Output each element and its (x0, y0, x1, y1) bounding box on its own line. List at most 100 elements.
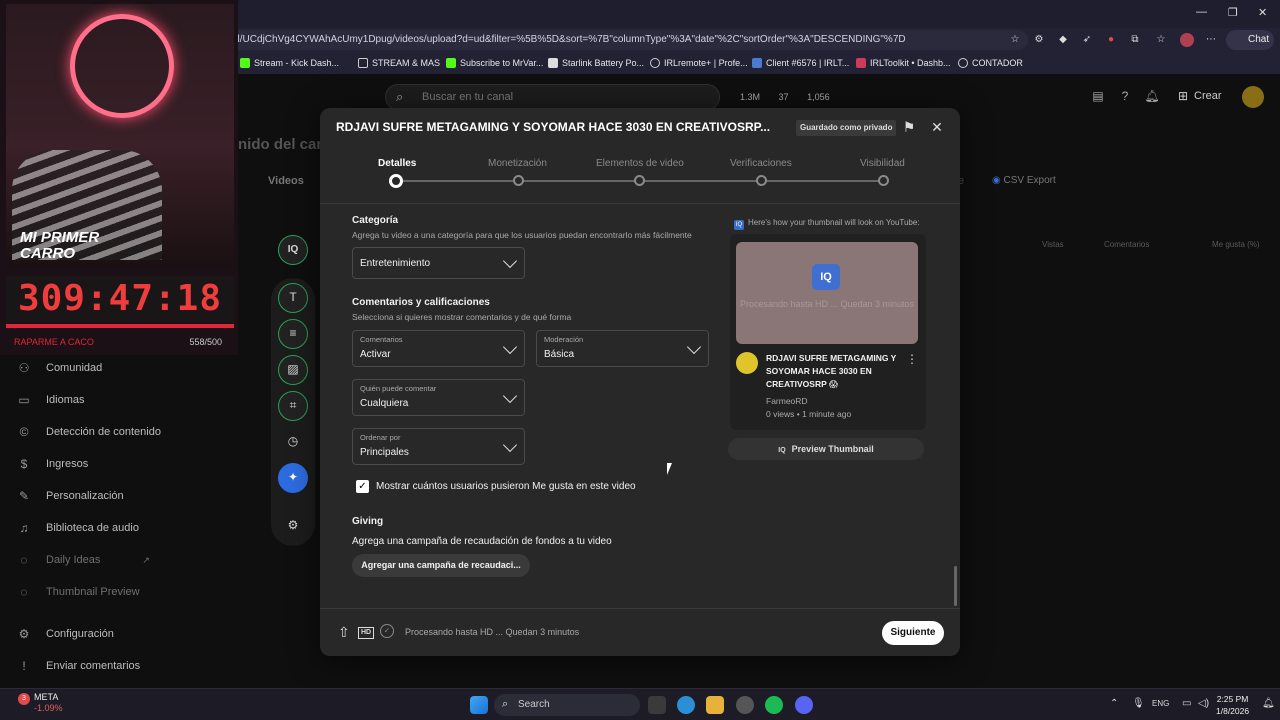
address-bar[interactable]: el/UCdjChVg4CYWAhAcUmy1Dpug/videos/uploa… (228, 30, 1028, 50)
external-link-icon: ↗ (142, 554, 150, 565)
tab-videos[interactable]: Videos (268, 175, 304, 187)
bookmark-item[interactable]: Starlink Battery Po... (548, 52, 644, 74)
extension-rocket-icon[interactable]: ➶ (1080, 33, 1094, 47)
csv-export-button[interactable]: ◉ CSV Export (992, 175, 1056, 186)
sort-by-select[interactable]: Ordenar por Principales (352, 428, 525, 465)
notifications-icon[interactable]: 🔔︎ (1144, 88, 1160, 104)
close-icon[interactable]: ✕ (928, 118, 946, 136)
preview-thumbnail-label: Preview Thumbnail (791, 444, 874, 454)
bookmark-item[interactable]: IRLremote+ | Profe... (650, 52, 748, 74)
extension-red-icon[interactable]: ● (1104, 33, 1118, 47)
step-dot[interactable] (634, 175, 645, 186)
notifications-bell-icon[interactable]: 🔔︎ (1262, 698, 1275, 709)
chevron-down-icon (502, 437, 518, 453)
sidebar-item-thumbnail-preview[interactable]: ◌ Thumbnail Preview (16, 584, 139, 600)
system-clock[interactable]: 2:25 PM 1/8/2026 (1216, 693, 1249, 717)
step-dot[interactable] (513, 175, 524, 186)
dialog-scrollbar[interactable] (954, 566, 957, 606)
preview-meta: 0 views • 1 minute ago (766, 409, 852, 419)
tray-chevron-icon[interactable]: ⌃ (1110, 698, 1118, 709)
title-tool-icon[interactable]: T (278, 283, 308, 313)
sidebar-item-audio[interactable]: ♫ Biblioteca de audio (16, 520, 139, 536)
bookmark-item[interactable]: Subscribe to MrVar... (446, 52, 543, 74)
sidebar-item-ingresos[interactable]: $ Ingresos (16, 456, 89, 472)
obs-icon[interactable] (736, 696, 754, 714)
bookmark-item[interactable]: STREAM & MAS (358, 52, 440, 74)
network-icon[interactable]: ▭ (1182, 698, 1191, 709)
more-menu-icon[interactable]: ⋯ (1204, 33, 1218, 47)
channel-search-input[interactable]: Buscar en tu canal (385, 84, 720, 110)
spotify-icon[interactable] (765, 696, 783, 714)
tags-tool-icon[interactable]: ⌗ (278, 391, 308, 421)
ai-sparkle-icon[interactable]: ✦ (278, 463, 308, 493)
bookmark-item[interactable]: Client #6576 | IRLT... (752, 52, 849, 74)
microphone-icon[interactable]: 🎙︎ (1132, 698, 1145, 709)
category-select[interactable]: Entretenimiento (352, 247, 525, 279)
next-button[interactable]: Siguiente (882, 621, 944, 645)
sidebar-item-enviar-comentarios[interactable]: ! Enviar comentarios (16, 658, 140, 674)
extension-icon[interactable]: ⚙ (1032, 33, 1046, 47)
language-indicator[interactable]: ENG (1152, 699, 1169, 708)
moderation-select[interactable]: Moderación Básica (536, 330, 709, 367)
clock-tool-icon[interactable]: ◷ (278, 427, 308, 457)
create-icon: ⊞ (1178, 89, 1189, 103)
file-explorer-icon[interactable] (706, 696, 724, 714)
sidebar-item-daily-ideas[interactable]: ◌ Daily Ideas ↗ (16, 552, 150, 568)
likes-checkbox[interactable]: ✓ (356, 480, 369, 493)
step-elementos[interactable]: Elementos de video (596, 158, 684, 169)
step-monetizacion[interactable]: Monetización (488, 158, 547, 169)
stat-count: 1,056 (807, 92, 830, 102)
step-dot[interactable] (878, 175, 889, 186)
help-icon[interactable]: ? (1117, 88, 1133, 104)
who-can-comment-select[interactable]: Quién puede comentar Cualquiera (352, 379, 525, 416)
customization-icon: ✎ (18, 489, 30, 503)
sidebar-item-personalizacion[interactable]: ✎ Personalización (16, 488, 124, 504)
stock-change: -1.09% (34, 703, 63, 713)
comments-select[interactable]: Comentarios Activar (352, 330, 525, 367)
stock-widget[interactable]: META -1.09% (34, 692, 63, 714)
copilot-chat-button[interactable]: Chat (1226, 30, 1274, 50)
step-dot[interactable] (389, 174, 403, 188)
minimize-icon[interactable]: — (1196, 6, 1207, 18)
sidebar-item-comunidad[interactable]: ⚇ Comunidad (16, 360, 103, 376)
sidebar-item-idiomas[interactable]: ▭ Idiomas (16, 392, 84, 408)
export-icon: ◉ (992, 175, 1001, 186)
comments-select-value: Activar (360, 349, 391, 360)
bookmark-item[interactable]: IRLToolkit • Dashb... (856, 52, 951, 74)
favorite-star-icon[interactable]: ☆ (1008, 33, 1022, 47)
tool-settings-icon[interactable]: ⚙ (278, 511, 308, 541)
discord-icon[interactable] (795, 696, 813, 714)
step-visibilidad[interactable]: Visibilidad (860, 158, 905, 169)
account-avatar[interactable] (1242, 86, 1264, 108)
thumbnail-tool-icon[interactable]: ▨ (278, 355, 308, 385)
description-tool-icon[interactable]: ≡ (278, 319, 308, 349)
profile-avatar-icon[interactable] (1180, 33, 1194, 47)
hd-icon: HD (358, 627, 375, 639)
step-dot[interactable] (756, 175, 767, 186)
extensions-puzzle-icon[interactable]: ⧉ (1128, 33, 1142, 47)
captions-icon[interactable]: ▤ (1090, 88, 1106, 104)
iq-tool-icon[interactable]: IQ (278, 235, 308, 265)
more-vert-icon[interactable]: ⋮ (906, 352, 918, 366)
step-detalles[interactable]: Detalles (378, 158, 416, 169)
volume-icon[interactable]: ◁) (1198, 698, 1209, 709)
maximize-icon[interactable]: ❐ (1228, 6, 1238, 19)
preview-thumbnail-button[interactable]: IQ Preview Thumbnail (728, 438, 924, 460)
task-view-icon[interactable] (648, 696, 666, 714)
feedback-flag-icon[interactable]: ⚑ (900, 118, 918, 136)
step-verificaciones[interactable]: Verificaciones (730, 158, 792, 169)
add-fundraiser-button[interactable]: Agregar una campaña de recaudaci... (352, 554, 530, 577)
bookmark-item[interactable]: Stream - Kick Dash... (240, 52, 339, 74)
chevron-down-icon (502, 388, 518, 404)
start-icon[interactable] (470, 696, 488, 714)
bookmark-item[interactable]: CONTADOR (958, 52, 1023, 74)
taskbar-search[interactable]: Search (494, 694, 640, 716)
extension-diamond-icon[interactable]: ◆ (1056, 33, 1070, 47)
check-circle-icon: ✓ (380, 624, 394, 638)
favorites-icon[interactable]: ☆ (1154, 33, 1168, 47)
sidebar-item-configuracion[interactable]: ⚙ Configuración (16, 626, 114, 642)
sidebar-item-deteccion[interactable]: © Detección de contenido (16, 424, 161, 440)
chevron-down-icon (686, 339, 702, 355)
edge-icon[interactable] (677, 696, 695, 714)
close-window-icon[interactable]: ✕ (1258, 6, 1267, 19)
